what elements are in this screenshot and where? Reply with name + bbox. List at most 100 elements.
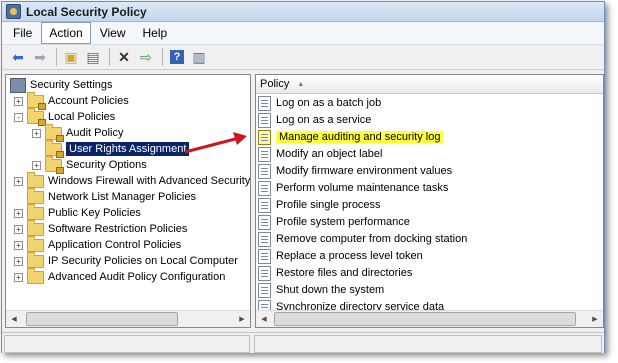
menu-help[interactable]: Help — [135, 22, 176, 44]
toolbar-separator — [109, 48, 110, 66]
help-button[interactable]: ? — [167, 47, 187, 67]
policy-label: Remove computer from docking station — [276, 233, 468, 245]
forward-button[interactable]: ➡ — [30, 47, 50, 67]
scroll-right-icon[interactable]: ▶ — [587, 311, 603, 327]
expand-icon[interactable]: + — [14, 208, 23, 218]
scroll-track[interactable] — [22, 312, 234, 326]
tree-label: Application Control Policies — [48, 239, 182, 251]
scroll-left-icon[interactable]: ◀ — [256, 311, 272, 327]
title-bar[interactable]: Local Security Policy — [2, 2, 604, 22]
policy-icon — [258, 95, 271, 111]
tree-label: Local Policies — [48, 111, 116, 123]
up-folder-button[interactable]: ▣ — [61, 47, 81, 67]
forward-icon: ➡ — [34, 49, 46, 65]
export-list-button[interactable]: ⇨ — [136, 47, 156, 67]
policy-label-highlighted: Manage auditing and security log — [276, 131, 444, 143]
status-cell — [254, 335, 602, 353]
folder-lock-icon — [27, 107, 46, 126]
expand-icon[interactable]: + — [14, 272, 23, 282]
list-item[interactable]: Perform volume maintenance tasks — [258, 180, 448, 196]
policy-label: Log on as a service — [276, 114, 372, 126]
annotation-arrow — [184, 132, 247, 154]
collapse-icon[interactable]: - — [14, 112, 23, 122]
tree-item-windows-firewall[interactable]: + Windows Firewall with Advanced Securit… — [14, 171, 250, 189]
expand-icon[interactable]: + — [14, 176, 23, 186]
tree-item-local-policies[interactable]: - Local Policies — [14, 107, 116, 126]
tree-item-ip-security[interactable]: + IP Security Policies on Local Computer — [14, 251, 238, 269]
annotation-arrow-shaft — [184, 136, 240, 154]
list-item[interactable]: Log on as a batch job — [258, 95, 381, 111]
sort-ascending-icon: ▲ — [297, 80, 305, 88]
list-header: Policy ▲ — [256, 75, 603, 94]
export-list-icon: ⇨ — [140, 49, 152, 65]
tree-pane: Security Settings + Account Policies - L… — [5, 74, 251, 328]
policy-label: Perform volume maintenance tasks — [276, 182, 449, 194]
scroll-right-icon[interactable]: ▶ — [234, 311, 250, 327]
list-item[interactable]: Replace a process level token — [258, 248, 423, 264]
folder-icon — [27, 187, 44, 204]
list-item[interactable]: Log on as a service — [258, 112, 371, 128]
tree-label: Advanced Audit Policy Configuration — [48, 271, 226, 283]
folder-icon — [27, 235, 44, 252]
policy-icon — [258, 248, 271, 264]
menu-action[interactable]: Action — [41, 22, 91, 44]
policy-icon — [258, 282, 271, 298]
tree-root[interactable]: Security Settings — [10, 77, 113, 93]
policy-label: Profile system performance — [276, 216, 410, 228]
expand-icon[interactable]: + — [32, 128, 41, 138]
tree-item-network-list-manager[interactable]: Network List Manager Policies — [14, 187, 196, 205]
up-folder-icon: ▣ — [64, 49, 78, 65]
column-header-policy[interactable]: Policy ▲ — [256, 78, 304, 90]
tree-item-advanced-audit[interactable]: + Advanced Audit Policy Configuration — [14, 267, 226, 285]
network-security-icon — [27, 251, 44, 268]
column-header-label: Policy — [260, 78, 290, 90]
expand-icon[interactable]: + — [14, 96, 23, 106]
show-hide-tree-icon: ▤ — [86, 49, 100, 65]
policy-icon — [258, 163, 271, 179]
scroll-left-icon[interactable]: ◀ — [6, 311, 22, 327]
list-item[interactable]: Modify an object label — [258, 146, 382, 162]
policy-icon — [258, 112, 271, 128]
tree-label: Public Key Policies — [48, 207, 141, 219]
menu-file[interactable]: File — [5, 22, 40, 44]
tree-item-software-restriction[interactable]: + Software Restriction Policies — [14, 219, 187, 237]
delete-button[interactable]: ✕ — [114, 47, 134, 67]
tree-item-application-control[interactable]: + Application Control Policies — [14, 235, 182, 253]
scroll-thumb[interactable] — [274, 312, 576, 326]
list-item[interactable]: Restore files and directories — [258, 265, 412, 281]
tree-label: Account Policies — [48, 95, 129, 107]
window-title: Local Security Policy — [26, 4, 147, 19]
properties-button[interactable]: ▥ — [189, 47, 209, 67]
tree-item-security-options[interactable]: + Security Options — [32, 155, 147, 174]
policy-list-pane: Policy ▲ Log on as a batch job Log on as… — [255, 74, 604, 328]
policy-icon — [258, 197, 271, 213]
status-bar — [2, 332, 604, 353]
list-item[interactable]: Shut down the system — [258, 282, 384, 298]
tree-horizontal-scrollbar[interactable]: ◀ ▶ — [6, 310, 250, 327]
list-item[interactable]: Modify firmware environment values — [258, 163, 452, 179]
show-hide-tree-button[interactable]: ▤ — [83, 47, 103, 67]
policy-label: Profile single process — [276, 199, 381, 211]
expand-icon[interactable]: + — [14, 224, 23, 234]
expand-icon[interactable]: + — [14, 256, 23, 266]
expand-icon[interactable]: + — [32, 160, 41, 170]
list-item[interactable]: Remove computer from docking station — [258, 231, 467, 247]
app-window: Local Security Policy File Action View H… — [1, 1, 605, 353]
tree-item-user-rights-assignment[interactable]: User Rights Assignment — [32, 139, 190, 158]
tree-label: Security Settings — [30, 79, 113, 91]
scroll-thumb[interactable] — [26, 312, 178, 326]
list-item[interactable]: Profile system performance — [258, 214, 410, 230]
list-item[interactable]: Profile single process — [258, 197, 381, 213]
security-settings-icon — [10, 77, 26, 93]
folder-icon — [27, 171, 44, 188]
expand-icon[interactable]: + — [14, 240, 23, 250]
list-horizontal-scrollbar[interactable]: ◀ ▶ — [256, 310, 603, 327]
list-item-highlighted[interactable]: Manage auditing and security log — [258, 129, 444, 145]
menu-bar: File Action View Help — [2, 22, 604, 45]
folder-icon — [27, 203, 44, 220]
tree-label: Audit Policy — [66, 127, 124, 139]
scroll-track[interactable] — [272, 312, 587, 326]
back-button[interactable]: ⬅ — [8, 47, 28, 67]
menu-view[interactable]: View — [92, 22, 134, 44]
folder-icon — [27, 219, 44, 236]
